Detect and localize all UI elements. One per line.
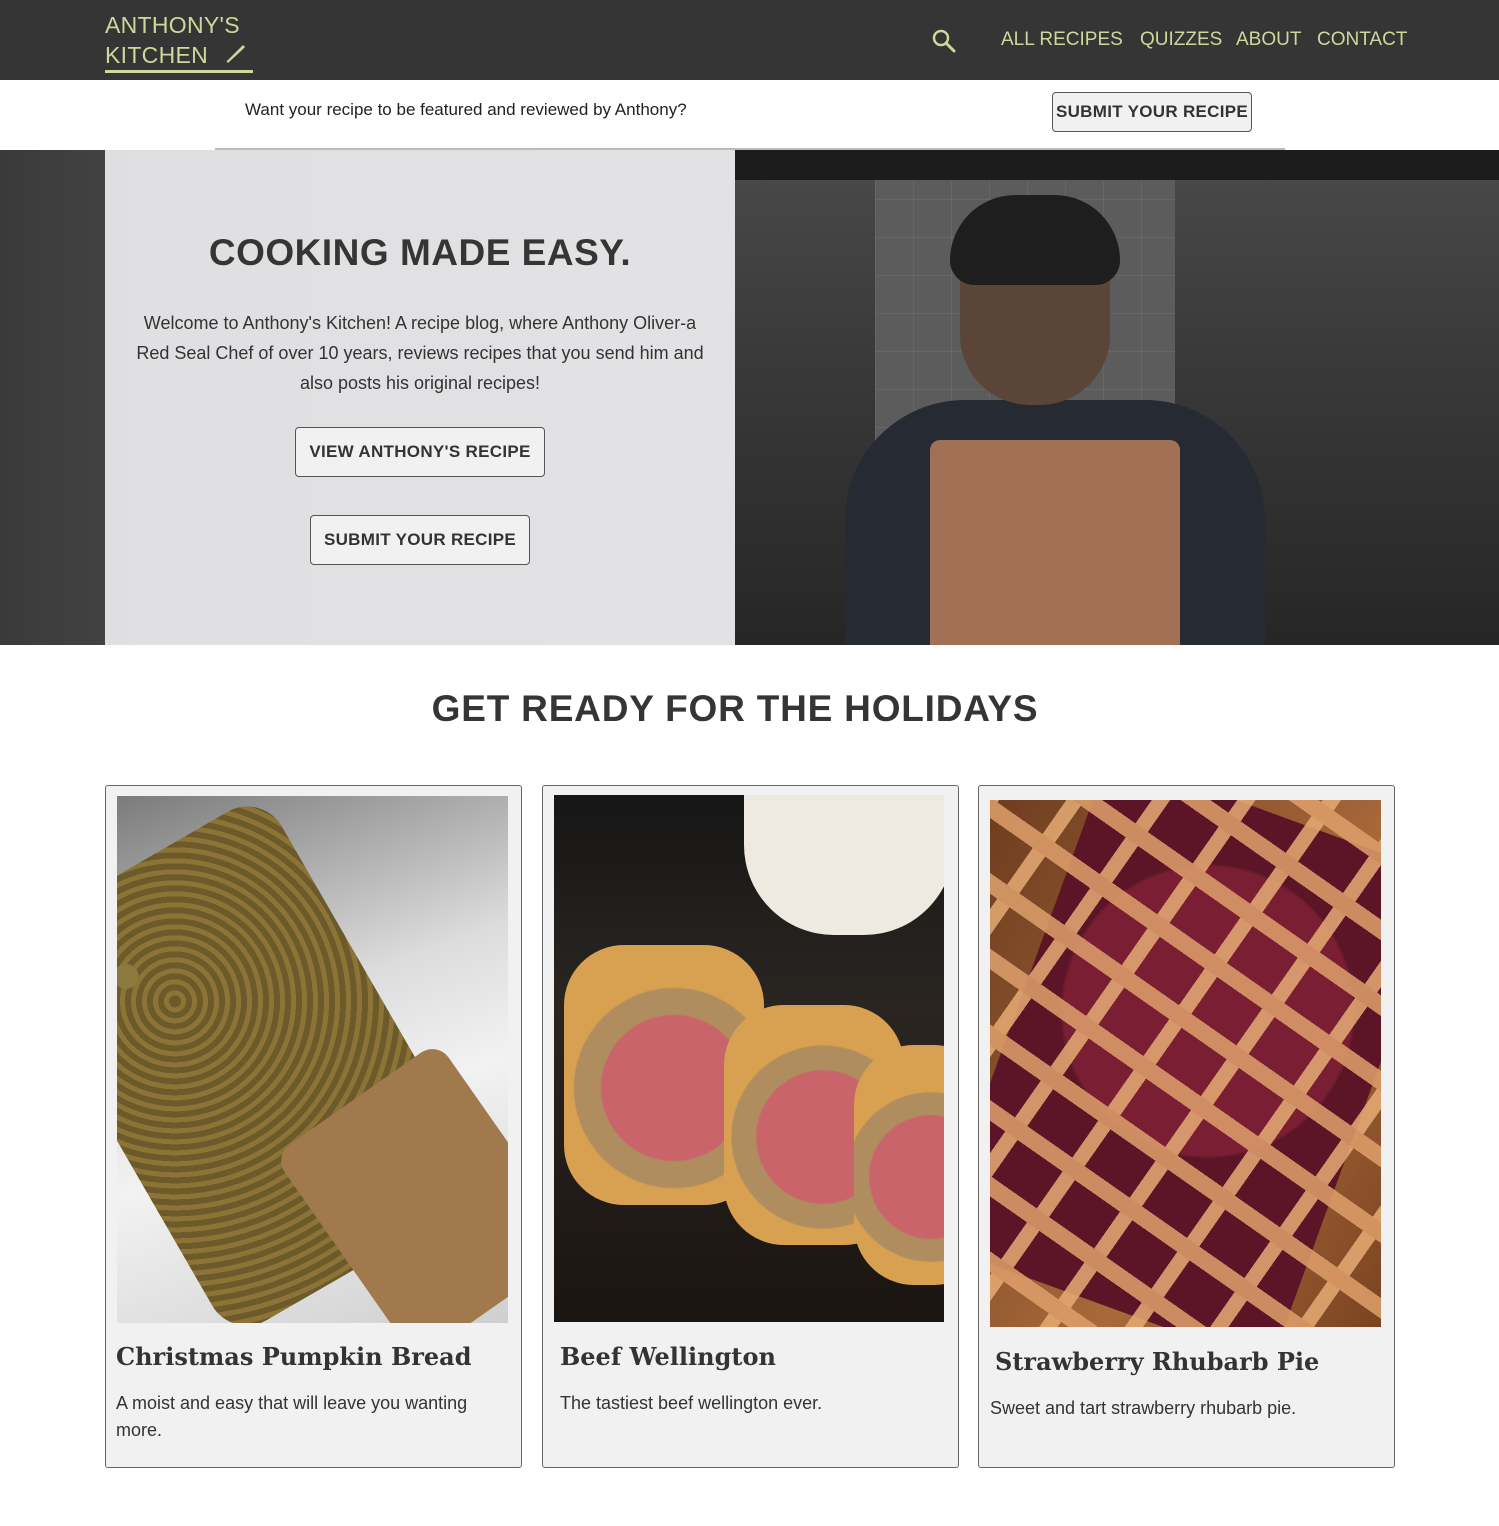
chef-photo bbox=[735, 150, 1499, 645]
section-title: GET READY FOR THE HOLIDAYS bbox=[431, 688, 1039, 729]
nav-quizzes[interactable]: QUIZZES bbox=[1140, 28, 1222, 52]
card-title: Christmas Pumpkin Bread bbox=[116, 1342, 472, 1371]
card-description: Sweet and tart strawberry rhubarb pie. bbox=[990, 1398, 1297, 1418]
site-logo[interactable]: ANTHONY'S KITCHEN bbox=[105, 10, 253, 73]
strawberry-rhubarb-pie-image bbox=[990, 800, 1381, 1327]
hero-title: COOKING MADE EASY. bbox=[208, 232, 632, 273]
hero-text: Welcome to Anthony's Kitchen! A recipe b… bbox=[136, 313, 704, 393]
pumpkin-bread-image bbox=[117, 796, 508, 1323]
search-icon[interactable] bbox=[931, 28, 957, 54]
hero-submit-recipe-button[interactable]: SUBMIT YOUR RECIPE bbox=[310, 515, 530, 565]
beef-wellington-image bbox=[554, 795, 944, 1322]
nav-contact[interactable]: CONTACT bbox=[1317, 28, 1407, 52]
card-title: Strawberry Rhubarb Pie bbox=[995, 1347, 1320, 1376]
hero-panel: COOKING MADE EASY. Welcome to Anthony's … bbox=[105, 150, 735, 645]
logo-line-1: ANTHONY'S bbox=[105, 12, 240, 38]
submit-banner bbox=[0, 80, 1499, 150]
card-description: A moist and easy that will leave you wan… bbox=[116, 1393, 468, 1440]
logo-line-2: KITCHEN bbox=[105, 40, 253, 73]
recipe-card-pumpkin-bread[interactable]: Christmas Pumpkin Bread A moist and easy… bbox=[105, 785, 522, 1468]
hero-section: COOKING MADE EASY. Welcome to Anthony's … bbox=[0, 150, 1499, 645]
recipe-card-beef-wellington[interactable]: Beef Wellington The tastiest beef wellin… bbox=[542, 785, 959, 1468]
top-nav: ANTHONY'S KITCHEN ALL RECIPES QUIZZES AB… bbox=[0, 0, 1499, 80]
recipe-card-strawberry-rhubarb-pie[interactable]: Strawberry Rhubarb Pie Sweet and tart st… bbox=[978, 785, 1395, 1468]
banner-submit-button[interactable]: SUBMIT YOUR RECIPE bbox=[1052, 92, 1252, 132]
nav-about[interactable]: ABOUT bbox=[1236, 28, 1301, 52]
view-anthonys-recipe-button[interactable]: VIEW ANTHONY'S RECIPE bbox=[295, 427, 545, 477]
banner-text: Want your recipe to be featured and revi… bbox=[245, 100, 687, 119]
logo-line-2-text: KITCHEN bbox=[105, 42, 209, 68]
nav-all-recipes[interactable]: ALL RECIPES bbox=[1001, 28, 1123, 52]
card-description: The tastiest beef wellington ever. bbox=[560, 1393, 823, 1413]
knife-icon bbox=[225, 40, 247, 70]
card-title: Beef Wellington bbox=[560, 1342, 776, 1371]
